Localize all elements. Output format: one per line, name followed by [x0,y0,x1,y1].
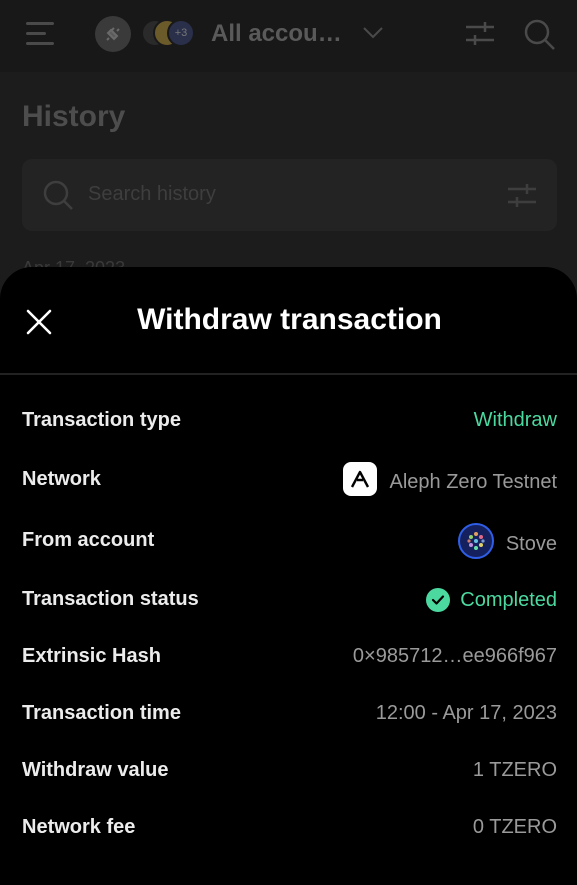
transaction-type-value: Withdraw [473,409,557,431]
transaction-detail-sheet: Withdraw transaction Transaction type Wi… [0,267,577,885]
network-fee-value: 0 TZERO [472,816,557,838]
detail-row-transaction-time: Transaction time 12:00 - Apr 17, 2023 [22,694,557,734]
aleph-zero-logo-icon [343,462,378,496]
filter-icon[interactable] [507,183,537,214]
network-value-wrap: Aleph Zero Testnet [343,462,557,496]
detail-label: From account [22,529,155,551]
account-avatars[interactable]: +3 [141,19,201,49]
detail-row-network-fee: Network fee 0 TZERO [22,808,557,848]
status-value-wrap: Completed [426,588,557,612]
detail-row-transaction-type: Transaction type Withdraw [22,401,557,441]
withdraw-value: 1 TZERO [472,759,557,781]
sheet-title: Withdraw transaction [137,303,442,336]
transaction-time-value: 12:00 - Apr 17, 2023 [375,702,557,724]
filter-icon[interactable] [465,20,495,53]
detail-label: Network [22,468,101,490]
sheet-header: Withdraw transaction [0,267,577,375]
detail-row-network: Network Aleph Zero Testnet [22,460,557,500]
detail-row-transaction-status: Transaction status Completed [22,580,557,620]
from-account-value-wrap: Stove [457,523,557,559]
account-selector-title[interactable]: All accou… [211,20,342,48]
chevron-down-icon[interactable] [362,26,384,45]
detail-label: Transaction type [22,409,181,431]
search-placeholder: Search history [88,183,216,205]
detail-label: Transaction time [22,702,181,724]
search-icon[interactable] [523,18,557,57]
plug-icon[interactable] [95,16,131,52]
top-bar: +3 All accou… [0,0,577,72]
status-badge: Completed [460,588,557,611]
detail-label: Transaction status [22,588,199,610]
network-name: Aleph Zero Testnet [389,470,557,493]
detail-row-from-account: From account Stove [22,521,557,561]
page-title: History [22,100,126,133]
search-icon [42,179,74,216]
detail-label: Withdraw value [22,759,169,781]
search-history-input[interactable]: Search history [22,159,557,231]
menu-icon[interactable] [26,22,54,46]
detail-label: Extrinsic Hash [22,645,161,667]
extrinsic-hash-value[interactable]: 0×985712…ee966f967 [353,645,557,668]
detail-row-withdraw-value: Withdraw value 1 TZERO [22,751,557,791]
from-account-name: Stove [505,532,557,555]
detail-row-extrinsic-hash: Extrinsic Hash 0×985712…ee966f967 [22,637,557,677]
check-circle-icon [426,588,451,612]
detail-label: Network fee [22,816,136,838]
avatar-extra-count: +3 [167,19,195,47]
account-avatar-icon [457,523,494,559]
